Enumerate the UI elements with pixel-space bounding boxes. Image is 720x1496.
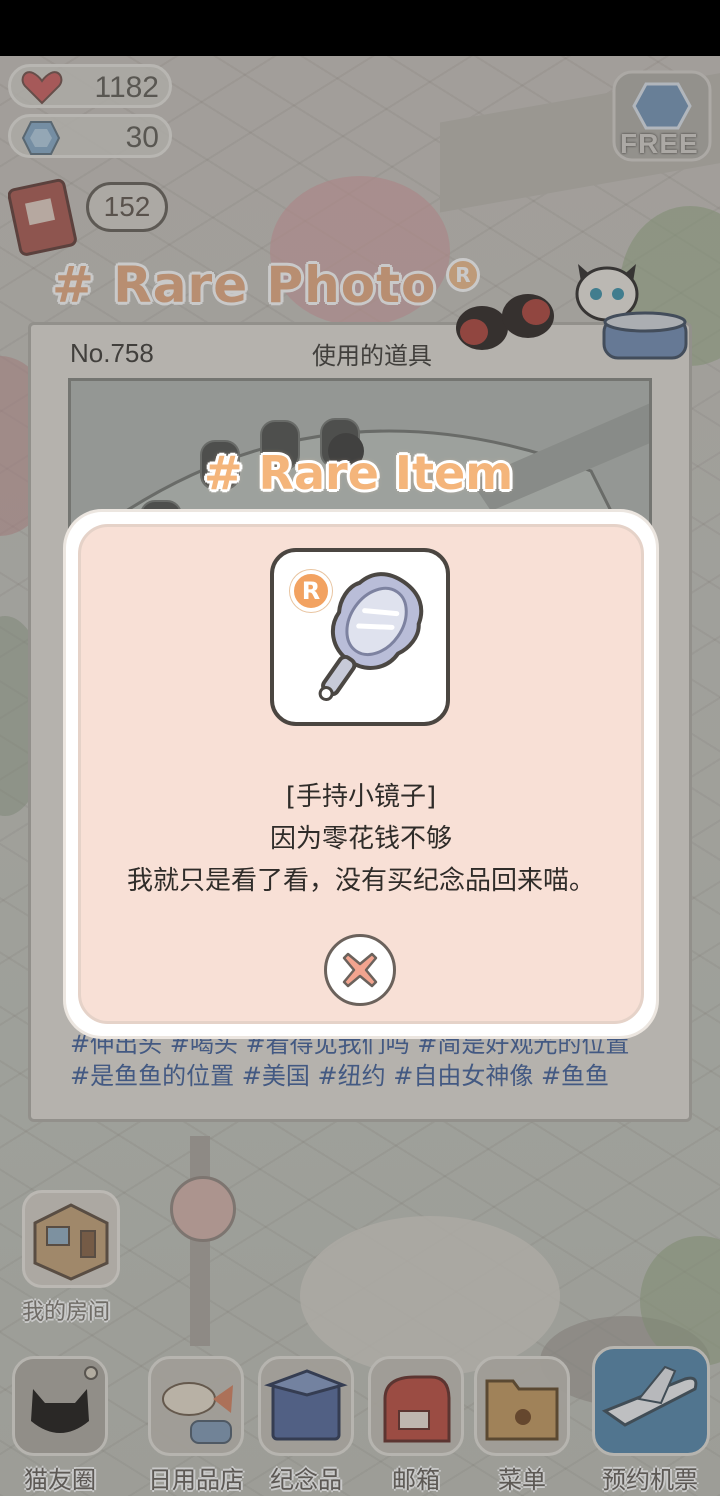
status-bar	[0, 0, 720, 56]
rare-item-header: # Rare Item	[204, 446, 514, 500]
item-name: [手持小镜子]	[285, 782, 437, 812]
rarity-badge: R	[290, 570, 332, 612]
close-icon	[342, 952, 378, 988]
item-description-line-1: 因为零花钱不够	[269, 824, 452, 854]
item-description-line-2: 我就只是看了看，没有买纪念品回来喵。	[126, 866, 595, 896]
close-button[interactable]	[324, 934, 396, 1006]
